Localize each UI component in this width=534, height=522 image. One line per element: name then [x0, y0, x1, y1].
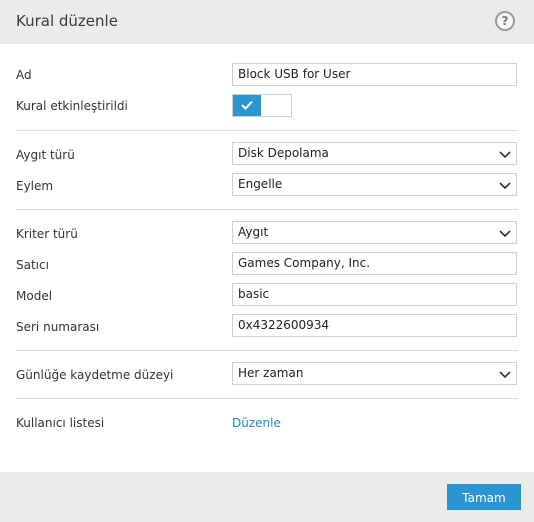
divider — [16, 398, 518, 399]
enabled-toggle[interactable] — [232, 94, 292, 117]
chevron-down-icon — [499, 230, 511, 238]
serial-input[interactable]: 0x4322600934 — [232, 314, 517, 337]
device-type-label: Aygıt türü — [16, 148, 75, 162]
chevron-down-icon — [499, 151, 511, 159]
toggle-on-segment — [233, 95, 261, 116]
enabled-label: Kural etkinleştirildi — [16, 99, 128, 113]
divider — [16, 130, 518, 131]
log-level-value: Her zaman — [238, 366, 304, 380]
name-input[interactable]: Block USB for User — [232, 63, 517, 86]
model-input[interactable]: basic — [232, 283, 517, 306]
chevron-down-icon — [499, 371, 511, 379]
chevron-down-icon — [499, 182, 511, 190]
user-list-label: Kullanıcı listesi — [16, 416, 105, 430]
action-select[interactable]: Engelle — [232, 173, 517, 196]
dialog-title: Kural düzenle — [16, 12, 118, 30]
serial-label: Seri numarası — [16, 320, 100, 334]
vendor-label: Satıcı — [16, 258, 49, 272]
criteria-type-label: Kriter türü — [16, 227, 78, 241]
device-type-select[interactable]: Disk Depolama — [232, 142, 517, 165]
divider — [16, 209, 518, 210]
criteria-type-select[interactable]: Aygıt — [232, 221, 517, 244]
action-value: Engelle — [238, 177, 283, 191]
vendor-input[interactable]: Games Company, Inc. — [232, 252, 517, 275]
action-label: Eylem — [16, 179, 54, 193]
ok-button[interactable]: Tamam — [447, 484, 521, 510]
log-level-label: Günlüğe kaydetme düzeyi — [16, 368, 174, 382]
model-label: Model — [16, 289, 53, 303]
help-icon[interactable]: ? — [495, 11, 515, 31]
dialog-header: Kural düzenle ? — [0, 0, 534, 44]
divider — [16, 350, 518, 351]
name-label: Ad — [16, 68, 32, 82]
criteria-type-value: Aygıt — [238, 225, 269, 239]
checkmark-icon — [241, 100, 253, 110]
log-level-select[interactable]: Her zaman — [232, 362, 517, 385]
edit-user-list-link[interactable]: Düzenle — [232, 416, 281, 430]
device-type-value: Disk Depolama — [238, 146, 329, 160]
